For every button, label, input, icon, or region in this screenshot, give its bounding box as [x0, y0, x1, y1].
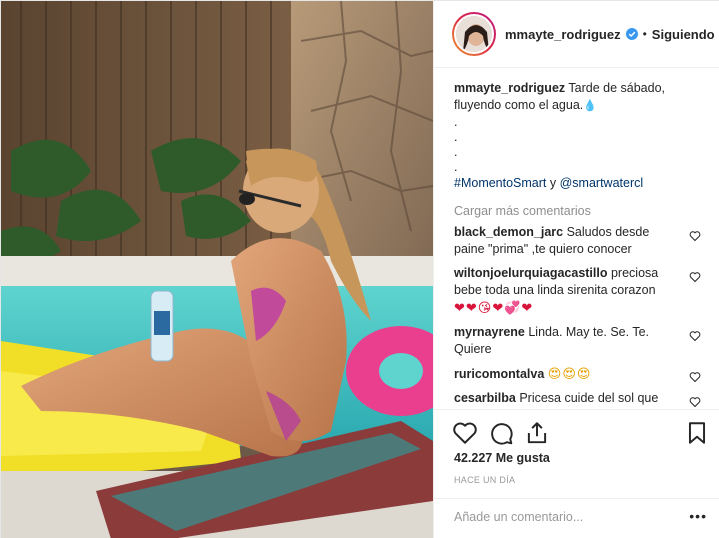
comment-like-heart-icon[interactable]	[689, 330, 701, 342]
post-timestamp[interactable]: HACE UN DÍA	[454, 475, 515, 485]
comment-username[interactable]: myrnayrene	[454, 325, 525, 339]
avatar[interactable]	[454, 14, 494, 54]
comment-username[interactable]: wiltonjoelurquiagacastillo	[454, 266, 608, 280]
comment-like-heart-icon[interactable]	[689, 396, 701, 408]
bookmark-icon[interactable]	[684, 420, 710, 446]
comment-item: black_demon_jarc Saludos desde paine "pr…	[454, 224, 705, 258]
header-username[interactable]: mmayte_rodriguez	[505, 27, 621, 42]
load-more-comments-button[interactable]: Cargar más comentarios	[454, 204, 705, 218]
comment-emoji: ❤❤😘❤💞❤	[454, 300, 534, 315]
comment-icon[interactable]	[488, 420, 514, 446]
post-header: mmayte_rodriguez • Siguiendo	[434, 1, 719, 68]
heart-icon[interactable]	[452, 420, 478, 446]
comment-emoji: 😍😍😍	[547, 366, 592, 381]
instagram-post: mmayte_rodriguez • Siguiendo mmayte_rodr…	[0, 0, 719, 538]
comment-item: ruricomontalva 😍😍😍	[454, 365, 705, 383]
mention-link[interactable]: @smartwatercl	[560, 176, 644, 190]
comments-list[interactable]: mmayte_rodriguez Tarde de sábado, fluyen…	[434, 69, 719, 409]
caption-dot: .	[454, 160, 458, 174]
avatar-image	[456, 16, 492, 52]
comment-username[interactable]: black_demon_jarc	[454, 225, 563, 239]
comment-like-heart-icon[interactable]	[689, 230, 701, 242]
post-side-panel: mmayte_rodriguez • Siguiendo mmayte_rodr…	[433, 1, 719, 538]
add-comment-bar: •••	[434, 498, 719, 538]
caption-conjunction: y	[546, 176, 560, 190]
verified-badge-icon	[625, 28, 638, 40]
post-image	[1, 1, 433, 538]
post-actions: 42.227 Me gusta HACE UN DÍA •••	[434, 409, 719, 538]
post-caption: mmayte_rodriguez Tarde de sábado, fluyen…	[454, 80, 705, 192]
more-options-icon[interactable]: •••	[689, 509, 707, 523]
caption-username[interactable]: mmayte_rodriguez	[454, 81, 565, 95]
droplet-emoji: 💧	[583, 100, 597, 112]
avatar-story-ring[interactable]	[452, 12, 496, 56]
action-icons-row	[452, 420, 712, 448]
comment-username[interactable]: ruricomontalva	[454, 367, 544, 381]
likes-count[interactable]: 42.227 Me gusta	[454, 451, 550, 465]
comment-item: wiltonjoelurquiagacastillo preciosa bebe…	[454, 265, 705, 317]
hashtag-link[interactable]: #MomentoSmart	[454, 176, 546, 190]
comment-like-heart-icon[interactable]	[689, 271, 701, 283]
comment-username[interactable]: cesarbilba	[454, 391, 516, 405]
comment-item: cesarbilba Pricesa cuide del sol que est…	[454, 390, 705, 409]
comment-like-heart-icon[interactable]	[689, 371, 701, 383]
caption-dot: .	[454, 130, 458, 144]
add-comment-input[interactable]	[454, 510, 674, 524]
comment-item: myrnayrene Linda. May te. Se. Te. Quiere	[454, 324, 705, 358]
caption-dot: .	[454, 115, 458, 129]
following-button[interactable]: Siguiendo	[652, 27, 715, 42]
caption-dot: .	[454, 145, 458, 159]
share-icon[interactable]	[524, 420, 550, 446]
header-separator: •	[642, 27, 647, 41]
post-photo[interactable]	[1, 1, 433, 538]
